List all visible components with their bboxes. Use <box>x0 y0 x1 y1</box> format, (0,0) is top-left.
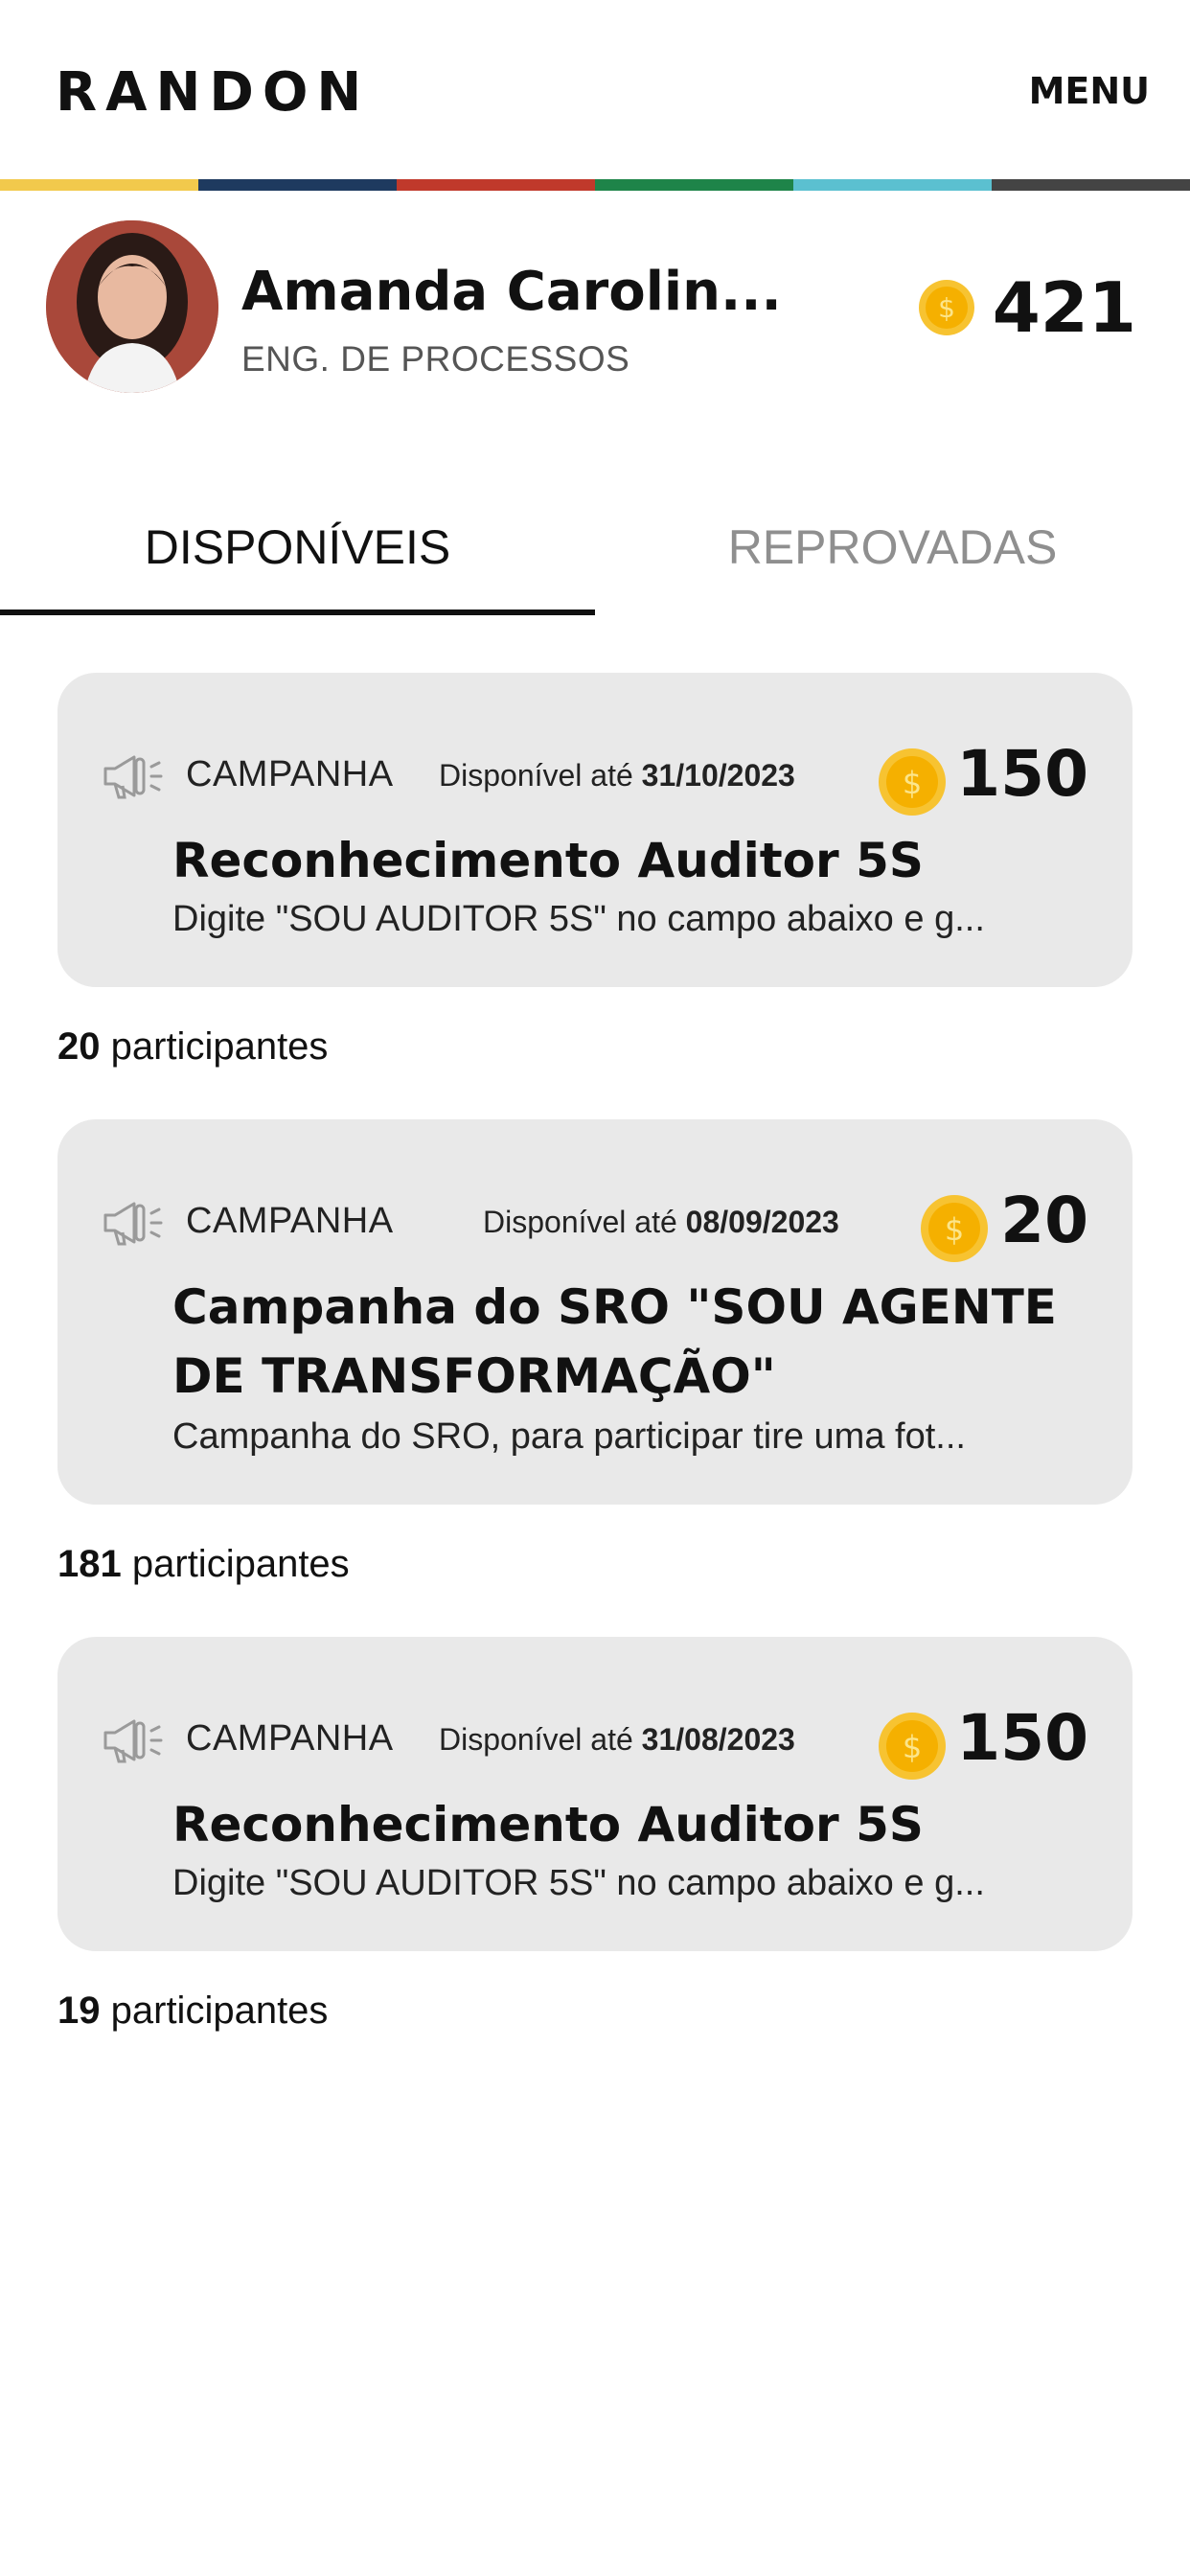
campaign-type: CAMPANHA <box>186 754 394 794</box>
tab-reprovadas[interactable]: REPROVADAS <box>595 479 1190 615</box>
color-bar-segment <box>198 179 397 191</box>
campaign-title: Campanha do SRO "SOU AGENTE DE TRANSFORM… <box>172 1279 1057 1404</box>
color-bar-segment <box>0 179 198 191</box>
campaign-card[interactable]: CAMPANHA Disponível até 08/09/2023 $ 20 … <box>57 1119 1133 1505</box>
availability-label: Disponível até <box>439 758 633 793</box>
campaign-description: Digite "SOU AUDITOR 5S" no campo abaixo … <box>172 1863 985 1903</box>
campaign-points: 20 <box>1000 1184 1088 1257</box>
megaphone-icon <box>103 1719 163 1763</box>
campaign-title: Reconhecimento Auditor 5S <box>172 1797 924 1852</box>
card-header: CAMPANHA Disponível até 31/10/2023 $ 150 <box>102 728 1088 816</box>
brand-color-bar <box>0 179 1190 191</box>
color-bar-segment <box>793 179 992 191</box>
availability-date: 31/08/2023 <box>641 1722 795 1757</box>
coin-balance: $ 421 <box>918 264 1136 351</box>
avatar[interactable] <box>46 220 218 393</box>
participants-label: participantes <box>110 1025 329 1068</box>
active-tab-indicator <box>0 610 595 615</box>
user-role: ENG. DE PROCESSOS <box>241 339 630 379</box>
color-bar-segment <box>397 179 595 191</box>
menu-button[interactable]: MENU <box>1029 67 1150 115</box>
tab-disponiveis[interactable]: DISPONÍVEIS <box>0 479 595 615</box>
campaign-description: Digite "SOU AUDITOR 5S" no campo abaixo … <box>172 899 985 939</box>
campaign-type: CAMPANHA <box>186 1201 394 1241</box>
user-profile: Amanda Carolin... ENG. DE PROCESSOS $ 42… <box>0 217 1190 395</box>
availability: Disponível até 31/10/2023 <box>439 755 795 795</box>
campaign-type: CAMPANHA <box>186 1718 394 1759</box>
coin-icon: $ <box>918 280 974 335</box>
availability-date: 31/10/2023 <box>641 758 795 793</box>
randon-logo: RANDON <box>56 61 371 124</box>
svg-text:$: $ <box>938 292 955 324</box>
participants-count: 19 participantes <box>57 1986 328 2036</box>
campaign-points: 150 <box>956 1701 1088 1775</box>
participants-label: participantes <box>110 1990 329 2032</box>
coin-icon: $ <box>921 1195 988 1262</box>
megaphone-icon <box>103 1202 163 1246</box>
campaign-title: Reconhecimento Auditor 5S <box>172 833 924 888</box>
participants-label: participantes <box>131 1543 350 1585</box>
card-header: CAMPANHA Disponível até 31/08/2023 $ 150 <box>102 1692 1088 1780</box>
svg-text:$: $ <box>945 1211 964 1248</box>
participants-number: 181 <box>57 1543 122 1585</box>
campaign-points: 150 <box>956 737 1088 811</box>
coin-icon: $ <box>879 748 946 816</box>
coin-balance-value: 421 <box>992 267 1136 348</box>
availability: Disponível até 31/08/2023 <box>439 1719 795 1760</box>
availability-label: Disponível até <box>483 1205 677 1239</box>
megaphone-icon <box>103 755 163 799</box>
tab-bar: DISPONÍVEIS REPROVADAS <box>0 479 1190 615</box>
card-header: CAMPANHA Disponível até 08/09/2023 $ 20 <box>102 1175 1088 1262</box>
user-name: Amanda Carolin... <box>241 261 782 323</box>
availability-label: Disponível até <box>439 1722 633 1757</box>
svg-text:$: $ <box>903 1729 922 1765</box>
campaign-card[interactable]: CAMPANHA Disponível até 31/10/2023 $ 150… <box>57 673 1133 987</box>
participants-number: 20 <box>57 1025 101 1068</box>
availability: Disponível até 08/09/2023 <box>483 1202 839 1242</box>
participants-count: 181 participantes <box>57 1539 350 1589</box>
color-bar-segment <box>992 179 1190 191</box>
svg-text:$: $ <box>903 765 922 801</box>
color-bar-segment <box>595 179 793 191</box>
participants-count: 20 participantes <box>57 1022 328 1071</box>
campaign-description: Campanha do SRO, para participar tire um… <box>172 1416 966 1457</box>
coin-icon: $ <box>879 1713 946 1780</box>
campaign-card[interactable]: CAMPANHA Disponível até 31/08/2023 $ 150… <box>57 1637 1133 1951</box>
app-header: RANDON MENU <box>0 0 1190 182</box>
availability-date: 08/09/2023 <box>685 1205 839 1239</box>
avatar-photo <box>46 220 218 393</box>
participants-number: 19 <box>57 1990 101 2032</box>
